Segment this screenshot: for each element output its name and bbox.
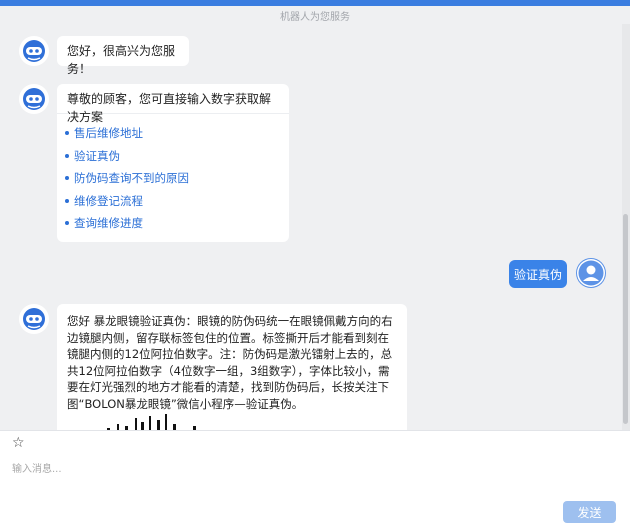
bot-avatar-icon bbox=[19, 36, 49, 66]
chat-scroll-thumb[interactable] bbox=[623, 214, 628, 424]
bot-greeting-message: 您好，很高兴为您服务！ bbox=[57, 36, 189, 76]
bullet-icon bbox=[65, 198, 69, 203]
menu-option-code-not-found[interactable]: 防伪码查询不到的原因 bbox=[65, 167, 289, 190]
bot-menu-message: 尊敬的顾客，您可直接输入数字获取解决方案 售后维修地址 验证真伪 防伪码查询不到… bbox=[57, 84, 289, 242]
menu-option-repair-address[interactable]: 售后维修地址 bbox=[65, 122, 289, 145]
user-message: 验证真伪 bbox=[509, 260, 567, 288]
top-accent-bar bbox=[0, 0, 630, 6]
send-button[interactable]: 发送 bbox=[563, 501, 616, 523]
qr-code-image bbox=[107, 414, 196, 430]
chat-scrollbar[interactable] bbox=[622, 24, 630, 430]
service-banner: 机器人为您服务 bbox=[280, 12, 350, 23]
menu-option-repair-progress[interactable]: 查询维修进度 bbox=[65, 212, 289, 235]
message-input[interactable] bbox=[12, 459, 612, 479]
menu-option-repair-process[interactable]: 维修登记流程 bbox=[65, 190, 289, 213]
message-composer: ☆ 发送 bbox=[0, 430, 630, 530]
bullet-icon bbox=[65, 176, 69, 181]
bullet-icon bbox=[65, 131, 69, 136]
menu-option-verify[interactable]: 验证真伪 bbox=[65, 145, 289, 168]
menu-options: 售后维修地址 验证真伪 防伪码查询不到的原因 维修登记流程 查询维修进度 bbox=[57, 114, 289, 235]
bot-avatar-icon bbox=[19, 84, 49, 114]
user-avatar-icon bbox=[576, 258, 606, 288]
star-icon[interactable]: ☆ bbox=[12, 435, 25, 451]
bot-avatar-icon bbox=[19, 304, 49, 334]
bullet-icon bbox=[65, 153, 69, 158]
chat-log[interactable]: 您好，很高兴为您服务！ 尊敬的顾客，您可直接输入数字获取解决方案 售后维修地址 … bbox=[0, 24, 620, 430]
menu-header: 尊敬的顾客，您可直接输入数字获取解决方案 bbox=[57, 84, 289, 124]
bullet-icon bbox=[65, 221, 69, 226]
